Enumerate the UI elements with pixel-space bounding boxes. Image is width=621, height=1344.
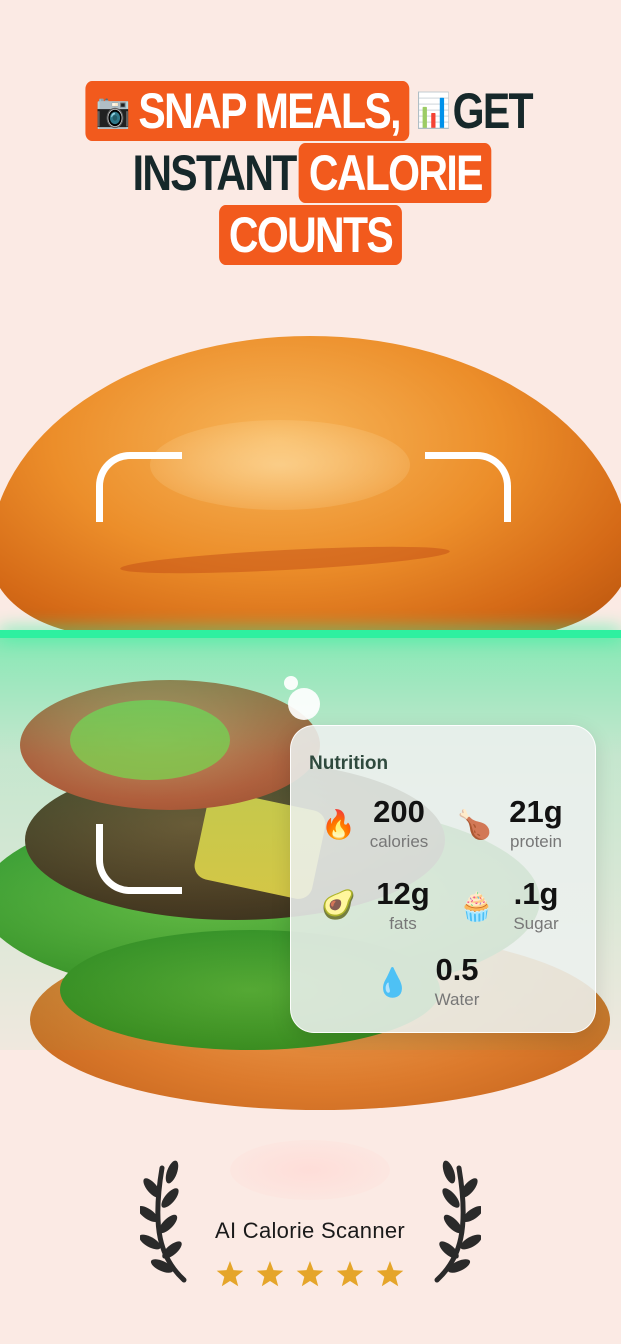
nutrition-card: Nutrition 🔥 200 calories 🍗 21g protein 🥑… bbox=[290, 725, 596, 1033]
stat-label: calories bbox=[369, 832, 429, 851]
camera-icon: 📷 bbox=[95, 92, 131, 130]
viewfinder-corner-top-right bbox=[425, 452, 511, 522]
viewfinder-corner-bottom-left bbox=[96, 824, 182, 894]
glow bbox=[230, 1140, 390, 1200]
headline-line-1: 📷 SNAP MEALS, 📊GET bbox=[56, 80, 565, 142]
stat-value: 200 bbox=[373, 794, 425, 829]
star-icon bbox=[336, 1261, 364, 1287]
star-icon bbox=[376, 1261, 404, 1287]
stat-label: protein bbox=[510, 832, 562, 851]
headline-text: INSTANT bbox=[132, 145, 298, 201]
stat-value: 12g bbox=[376, 876, 430, 911]
headline: 📷 SNAP MEALS, 📊GET INSTANT CALORIE COUNTS bbox=[56, 80, 565, 266]
headline-highlight: 📷 SNAP MEALS, bbox=[85, 81, 410, 141]
viewfinder-corner-top-left bbox=[96, 452, 182, 522]
bubble bbox=[284, 676, 298, 690]
star-icon bbox=[256, 1261, 284, 1287]
headline-text: GET bbox=[452, 83, 534, 139]
headline-line-3: COUNTS bbox=[56, 204, 565, 266]
headline-highlight: CALORIE bbox=[298, 143, 492, 203]
bun-highlight bbox=[150, 420, 410, 510]
bubble bbox=[288, 688, 320, 720]
stat-value: 0.5 bbox=[435, 952, 479, 987]
stat-label: Sugar bbox=[513, 914, 559, 933]
star-icon bbox=[216, 1261, 244, 1287]
stat-value: 21g bbox=[509, 794, 563, 829]
stat-label: Water bbox=[434, 990, 480, 1009]
scan-line bbox=[0, 630, 621, 638]
water-drop-icon: 💧 bbox=[375, 967, 410, 998]
badge-text: AI Calorie Scanner bbox=[214, 1218, 406, 1243]
star-icon bbox=[296, 1261, 324, 1287]
drumstick-icon: 🍗 bbox=[457, 809, 492, 840]
headline-highlight: COUNTS bbox=[219, 205, 402, 265]
nutrition-title: Nutrition bbox=[309, 753, 389, 774]
star-rating bbox=[216, 1261, 404, 1287]
stat-label: fats bbox=[389, 914, 417, 933]
chart-icon: 📊 bbox=[416, 92, 451, 130]
headline-text: SNAP MEALS, bbox=[138, 83, 401, 139]
avocado-icon: 🥑 bbox=[321, 889, 356, 920]
cupcake-icon: 🧁 bbox=[459, 891, 494, 922]
fire-icon: 🔥 bbox=[321, 809, 356, 840]
headline-line-2: INSTANT CALORIE bbox=[56, 142, 565, 204]
stat-value: .1g bbox=[513, 876, 559, 911]
